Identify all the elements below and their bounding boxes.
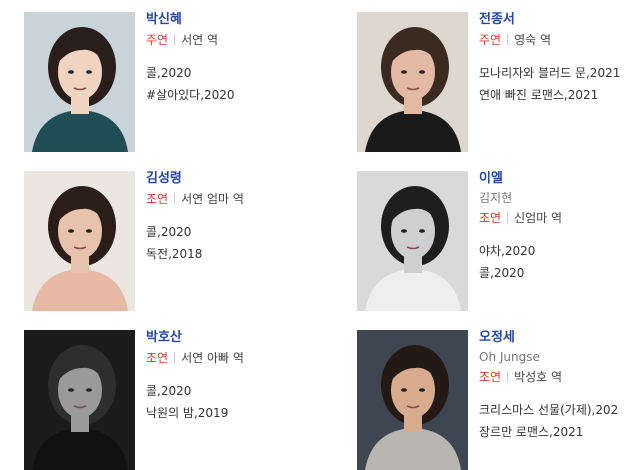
filmography-list: 모나리자와 블러드 문,2021 연애 빠진 로맨스,2021 <box>479 62 627 106</box>
cast-card: 전종서주연 영숙 역모나리자와 블러드 문,2021 연애 빠진 로맨스,2021 <box>357 12 627 152</box>
filmography-item[interactable]: 콜,2020 <box>146 380 326 402</box>
role-type: 조연 <box>146 192 169 206</box>
cast-card: 박호산조연 서연 아빠 역콜,2020 낙원의 밤,2019 <box>24 330 324 470</box>
filmography-list: 야차,2020 콜,2020 <box>479 240 627 284</box>
actor-subname: Oh Jungse <box>479 350 540 364</box>
filmography-list: 크리스마스 선물(가제),202 장르만 로맨스,2021 <box>479 399 627 443</box>
role-type: 주연 <box>479 33 502 47</box>
actor-photo[interactable] <box>24 171 135 311</box>
filmography-item[interactable]: 독전,2018 <box>146 243 326 265</box>
actor-photo[interactable] <box>24 12 135 152</box>
filmography-list: 콜,2020 #살아있다,2020 <box>146 62 326 106</box>
filmography-item[interactable]: 모나리자와 블러드 문,2021 <box>479 62 627 84</box>
character-name: 영숙 역 <box>514 33 552 47</box>
filmography-item[interactable]: #살아있다,2020 <box>146 84 326 106</box>
role-line: 주연 영숙 역 <box>479 32 627 48</box>
role-type: 조연 <box>146 351 169 365</box>
role-type: 조연 <box>479 370 502 384</box>
divider <box>507 212 509 223</box>
filmography-list: 콜,2020 독전,2018 <box>146 221 326 265</box>
cast-card: 박신혜주연 서연 역콜,2020 #살아있다,2020 <box>24 12 324 152</box>
filmography-item[interactable]: 연애 빠진 로맨스,2021 <box>479 84 627 106</box>
filmography-item[interactable]: 낙원의 밤,2019 <box>146 402 326 424</box>
actor-photo[interactable] <box>357 330 468 470</box>
divider <box>174 352 176 363</box>
actor-photo[interactable] <box>357 171 468 311</box>
role-line: 조연 박성호 역 <box>479 369 627 385</box>
filmography-item[interactable]: 크리스마스 선물(가제),202 <box>479 399 627 421</box>
cast-card: 이엘김지현조연 신엄마 역야차,2020 콜,2020 <box>357 171 627 311</box>
filmography-item[interactable]: 콜,2020 <box>146 62 326 84</box>
divider <box>507 34 509 45</box>
actor-photo[interactable] <box>24 330 135 470</box>
cast-info: 이엘김지현조연 신엄마 역야차,2020 콜,2020 <box>479 171 627 284</box>
divider <box>507 371 509 382</box>
cast-info: 박호산조연 서연 아빠 역콜,2020 낙원의 밤,2019 <box>146 330 326 424</box>
character-name: 박성호 역 <box>514 370 563 384</box>
divider <box>174 34 176 45</box>
cast-info: 김성령조연 서연 엄마 역콜,2020 독전,2018 <box>146 171 326 265</box>
character-name: 서연 엄마 역 <box>181 192 244 206</box>
actor-name-link[interactable]: 오정세 <box>479 330 627 346</box>
filmography-item[interactable]: 야차,2020 <box>479 240 627 262</box>
filmography-item[interactable]: 콜,2020 <box>479 262 627 284</box>
divider <box>174 193 176 204</box>
role-type: 주연 <box>146 33 169 47</box>
actor-name-link[interactable]: 김성령 <box>146 171 326 187</box>
filmography-item[interactable]: 콜,2020 <box>146 221 326 243</box>
actor-subname: 김지현 <box>479 191 513 205</box>
filmography-item[interactable]: 장르만 로맨스,2021 <box>479 421 627 443</box>
actor-name-link[interactable]: 박호산 <box>146 330 326 346</box>
character-name: 서연 아빠 역 <box>181 351 244 365</box>
filmography-list: 콜,2020 낙원의 밤,2019 <box>146 380 326 424</box>
role-type: 조연 <box>479 211 502 225</box>
role-line: 조연 서연 엄마 역 <box>146 191 326 207</box>
role-line: 조연 서연 아빠 역 <box>146 350 326 366</box>
cast-info: 오정세 Oh Jungse 조연 박성호 역크리스마스 선물(가제),202 장르만 로… <box>479 330 627 443</box>
actor-name-link[interactable]: 전종서 <box>479 12 627 28</box>
actor-name-link[interactable]: 박신혜 <box>146 12 326 28</box>
cast-info: 전종서주연 영숙 역모나리자와 블러드 문,2021 연애 빠진 로맨스,2021 <box>479 12 627 106</box>
cast-card: 김성령조연 서연 엄마 역콜,2020 독전,2018 <box>24 171 324 311</box>
character-name: 신엄마 역 <box>514 211 563 225</box>
actor-photo[interactable] <box>357 12 468 152</box>
role-line: 조연 신엄마 역 <box>479 210 627 226</box>
cast-card: 오정세 Oh Jungse 조연 박성호 역크리스마스 선물(가제),202 장르만 로… <box>357 330 627 470</box>
character-name: 서연 역 <box>181 33 219 47</box>
cast-info: 박신혜주연 서연 역콜,2020 #살아있다,2020 <box>146 12 326 106</box>
actor-name-link[interactable]: 이엘 <box>479 171 627 187</box>
role-line: 주연 서연 역 <box>146 32 326 48</box>
